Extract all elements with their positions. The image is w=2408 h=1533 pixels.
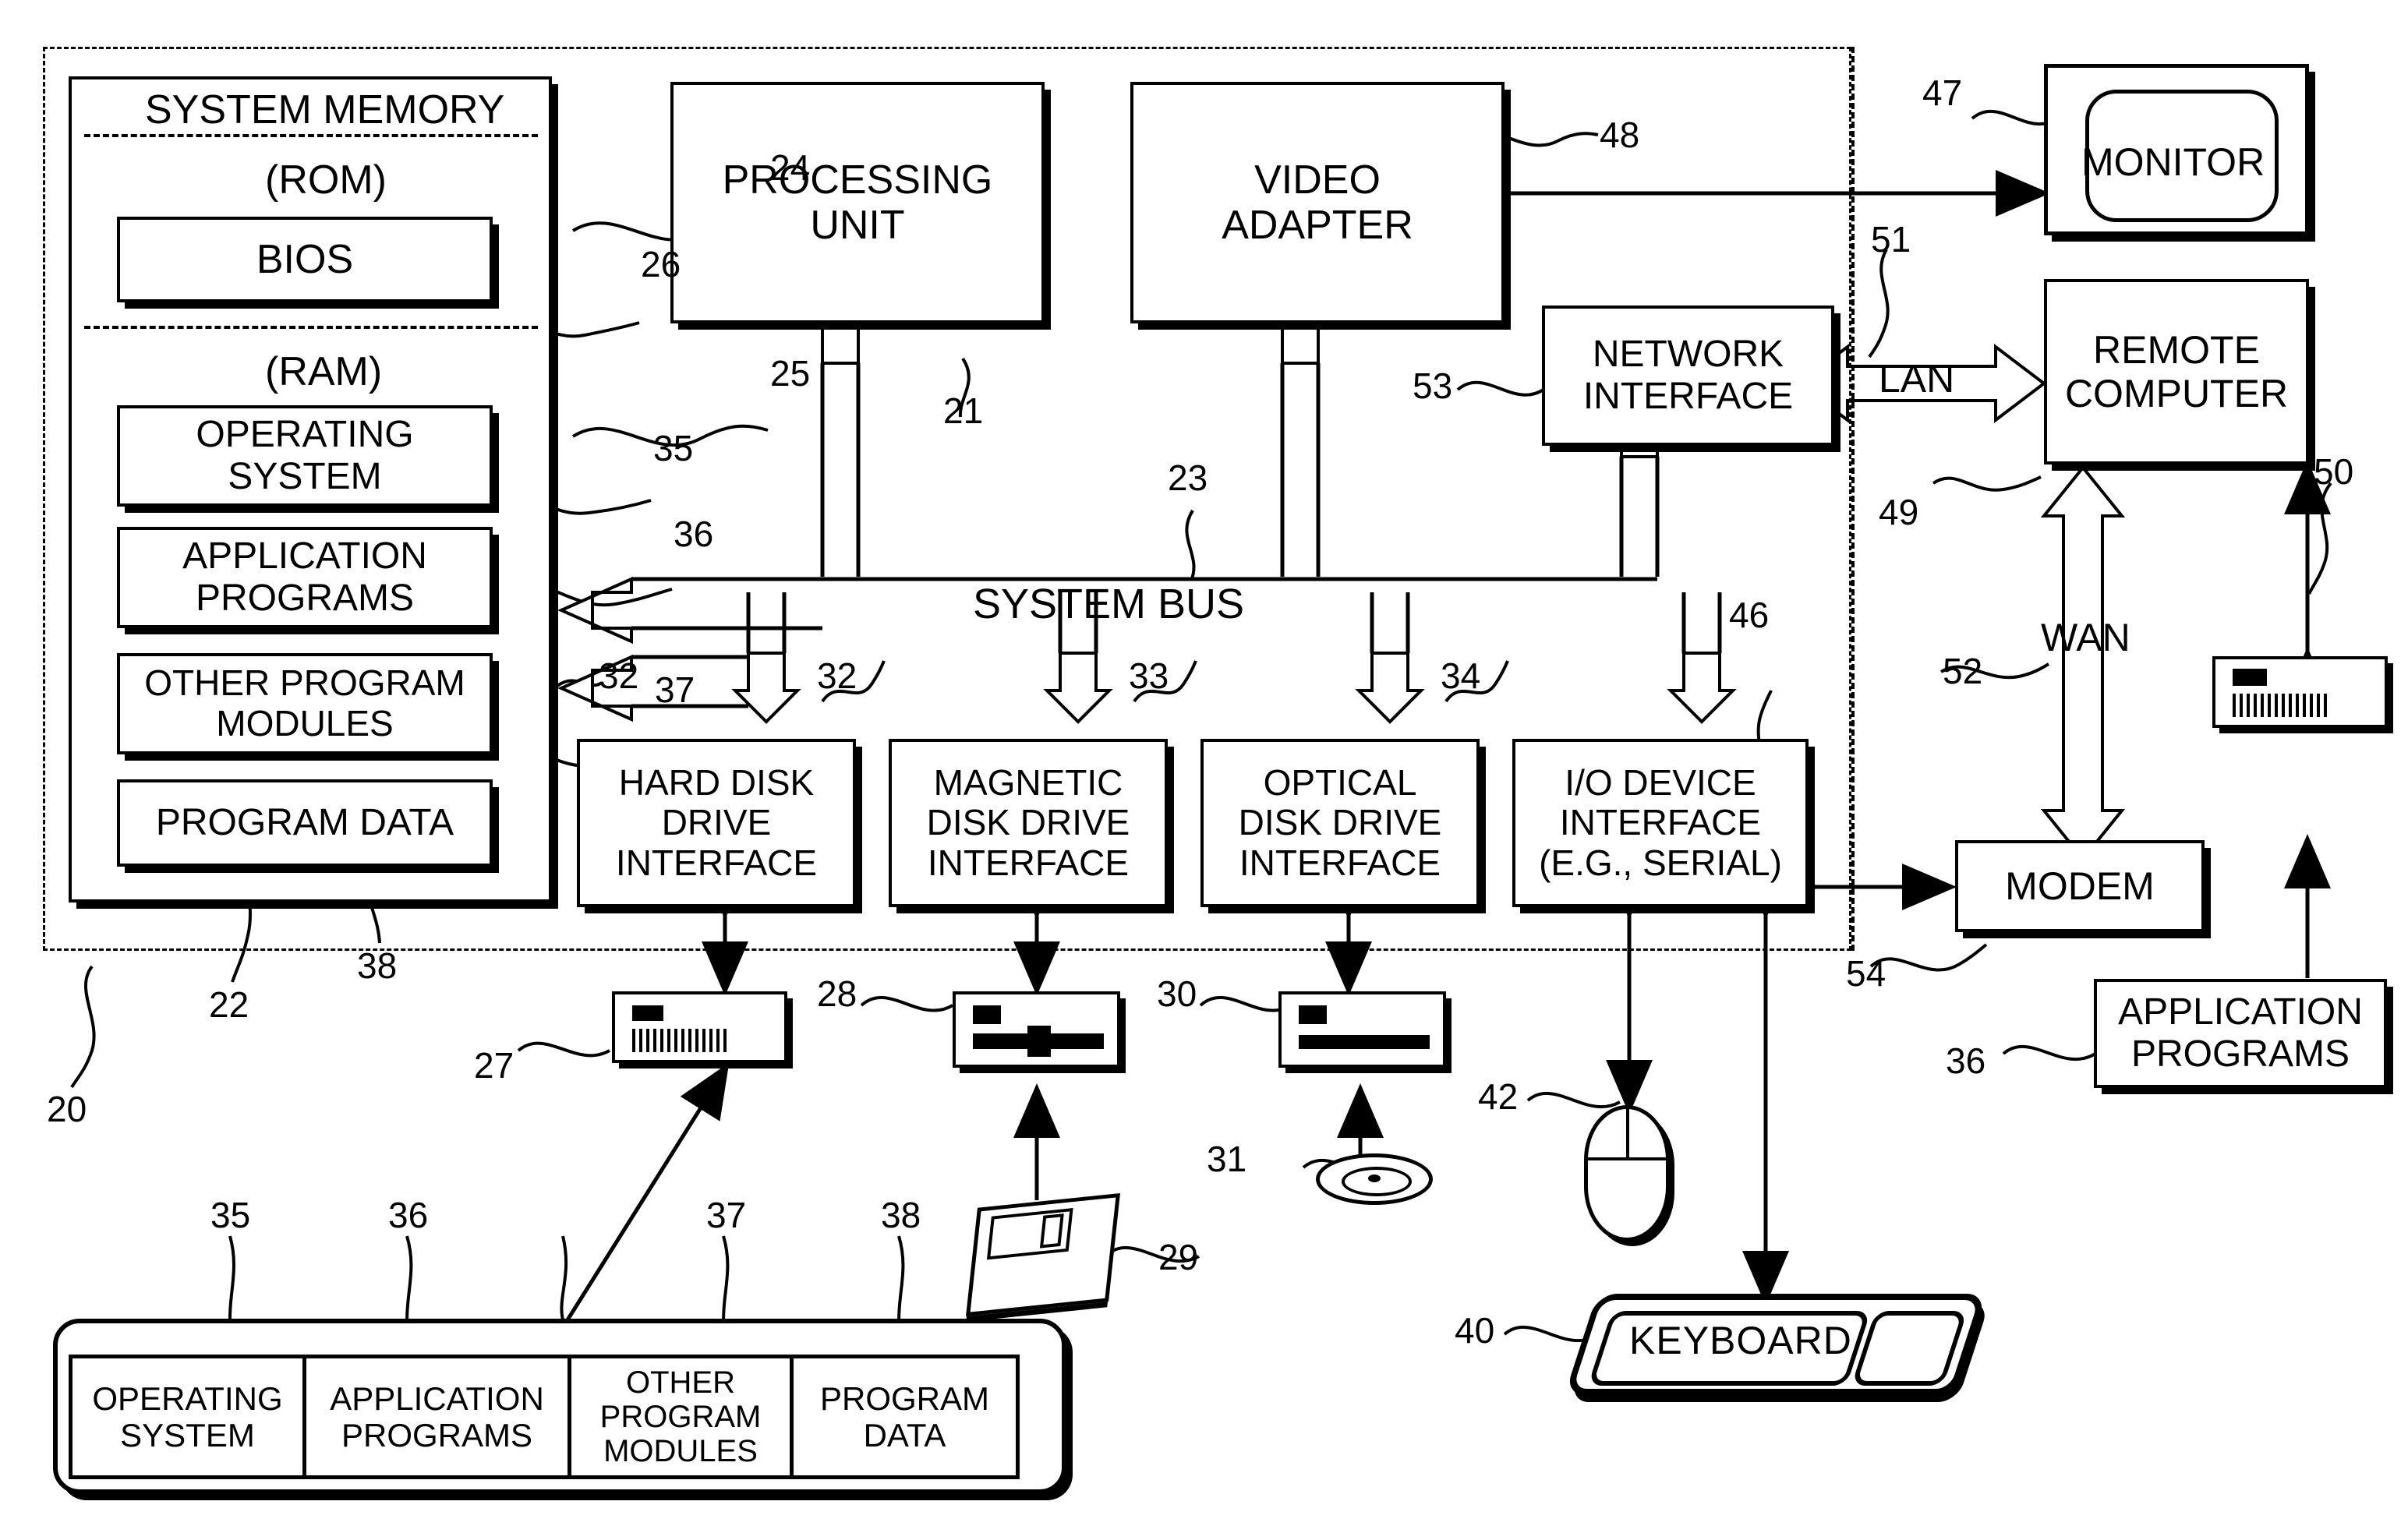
remote-computer-label: REMOTE COMPUTER [2064, 328, 2289, 415]
memory-block-other-program-modules: OTHER PROGRAM MODULES [117, 653, 493, 754]
modem-box: MODEM [1955, 840, 2205, 932]
storage-partition-label: OTHER PROGRAM MODULES [599, 1365, 762, 1468]
ref-numeral-37-memory: 37 [655, 669, 695, 710]
ref-numeral-35-memory: 35 [653, 428, 694, 468]
processing-unit-label: PROCESSING UNIT [722, 157, 993, 248]
storage-partition-label: PROGRAM DATA [819, 1379, 989, 1454]
ref-numeral-34: 34 [1441, 655, 1481, 696]
memory-block-label: APPLICATION PROGRAMS [182, 535, 427, 619]
optical-disk-drive [1278, 991, 1446, 1068]
interface-label: I/O DEVICE INTERFACE (E.G., SERIAL) [1539, 761, 1782, 883]
interface-label: HARD DISK DRIVE INTERFACE [615, 761, 818, 883]
ref-numeral-23: 23 [1168, 457, 1208, 498]
ref-numeral-38-memory: 38 [357, 945, 398, 986]
storage-partition-application-programs: APPLICATION PROGRAMS [306, 1355, 571, 1479]
memory-block-label: OTHER PROGRAM MODULES [144, 662, 465, 744]
wan-label: WAN [2041, 616, 2130, 659]
ref-numeral-20: 20 [47, 1089, 87, 1129]
mouse-icon [1584, 1105, 1670, 1242]
ref-numeral-50: 50 [2314, 451, 2354, 492]
hard-disk-drive-grille [632, 1029, 727, 1052]
ram-section-divider [84, 326, 538, 329]
hard-disk-drive-interface-box: HARD DISK DRIVE INTERFACE [577, 739, 856, 907]
ref-numeral-52: 52 [1943, 651, 1983, 691]
interface-label: MAGNETIC DISK DRIVE INTERFACE [926, 761, 1130, 883]
ram-label: (RAM) [265, 349, 383, 394]
magnetic-disk-drive [953, 991, 1120, 1068]
ref-numeral-53: 53 [1413, 366, 1453, 406]
ref-numeral-29: 29 [1158, 1237, 1199, 1277]
ref-numeral-51: 51 [1871, 219, 1911, 260]
rom-label: (ROM) [265, 157, 387, 203]
optical-disk-drive-interface-box: OPTICAL DISK DRIVE INTERFACE [1200, 739, 1480, 907]
ref-numeral-42: 42 [1478, 1076, 1519, 1117]
memory-block-program-data: PROGRAM DATA [117, 779, 493, 867]
modem-label: MODEM [2005, 864, 2155, 908]
ref-numeral-36-memory: 36 [674, 514, 714, 554]
magnetic-disk-drive-interface-box: MAGNETIC DISK DRIVE INTERFACE [889, 739, 1168, 907]
ref-numeral-46: 46 [1729, 595, 1770, 635]
network-interface-box: NETWORK INTERFACE [1542, 306, 1834, 446]
ref-numeral-21: 21 [943, 390, 984, 431]
ref-numeral-38-storage: 38 [881, 1195, 921, 1235]
remote-application-programs-box: APPLICATION PROGRAMS [2094, 979, 2387, 1088]
system-memory-title: SYSTEM MEMORY [145, 87, 505, 132]
monitor-label: MONITOR [2081, 140, 2265, 184]
ref-numeral-28: 28 [817, 973, 857, 1014]
storage-partition-label: APPLICATION PROGRAMS [330, 1379, 544, 1454]
memory-block-label: PROGRAM DATA [155, 802, 454, 844]
remote-application-programs-label: APPLICATION PROGRAMS [2118, 991, 2363, 1075]
video-adapter-box: VIDEO ADAPTER [1130, 82, 1505, 323]
floppy-disk-icon [966, 1192, 1120, 1317]
ref-numeral-36-storage: 36 [388, 1195, 429, 1235]
rom-section-divider [84, 134, 538, 137]
network-interface-label: NETWORK INTERFACE [1582, 334, 1794, 417]
system-bus-label: SYSTEM BUS [973, 581, 1245, 627]
bios-label: BIOS [256, 236, 354, 282]
memory-block-label: OPERATING SYSTEM [196, 414, 414, 497]
remote-hard-drive-grille [2233, 694, 2328, 717]
ref-numeral-54: 54 [1846, 953, 1886, 994]
ref-numeral-48: 48 [1600, 115, 1640, 155]
boundary-vertical-divider [1851, 47, 1855, 951]
io-device-interface-box: I/O DEVICE INTERFACE (E.G., SERIAL) [1512, 739, 1809, 907]
storage-medium-partitions: OPERATING SYSTEM APPLICATION PROGRAMS OT… [69, 1355, 1051, 1479]
memory-block-application-programs: APPLICATION PROGRAMS [117, 527, 493, 628]
ref-numeral-33: 33 [1129, 655, 1169, 696]
optical-disc-icon [1316, 1153, 1433, 1205]
storage-partition-program-data: PROGRAM DATA [794, 1355, 1020, 1479]
patent-figure: SYSTEM MEMORY (ROM) BIOS (RAM) OPERATING… [0, 0, 2408, 1533]
ref-numeral-40: 40 [1455, 1310, 1495, 1351]
ref-numeral-37-bus: 32 [599, 655, 639, 696]
hard-disk-drive [612, 991, 787, 1063]
ref-numeral-26: 26 [641, 244, 681, 284]
storage-partition-operating-system: OPERATING SYSTEM [69, 1355, 306, 1479]
ref-numeral-47: 47 [1922, 72, 1963, 113]
storage-partition-other-program-modules: OTHER PROGRAM MODULES [571, 1355, 794, 1479]
remote-computer-box: REMOTE COMPUTER [2044, 279, 2309, 464]
ref-numeral-36-remote: 36 [1946, 1040, 1986, 1081]
bios-box: BIOS [117, 217, 493, 302]
lan-label: LAN [1879, 357, 1955, 401]
processing-unit-box: PROCESSING UNIT [670, 82, 1045, 323]
storage-partition-label: OPERATING SYSTEM [92, 1379, 283, 1454]
video-adapter-label: VIDEO ADAPTER [1222, 157, 1413, 248]
ref-numeral-27: 27 [474, 1045, 514, 1086]
memory-block-operating-system: OPERATING SYSTEM [117, 405, 493, 507]
ref-numeral-31: 31 [1207, 1139, 1247, 1179]
ref-numeral-32: 32 [817, 655, 857, 696]
ref-numeral-25: 25 [770, 353, 811, 394]
ref-numeral-22: 22 [209, 984, 249, 1025]
ref-numeral-30: 30 [1157, 973, 1197, 1014]
ref-numeral-37-storage: 37 [706, 1195, 747, 1235]
ref-numeral-24: 24 [770, 147, 811, 188]
remote-hard-drive-icon [2212, 656, 2388, 728]
keyboard-label: KEYBOARD [1629, 1319, 1852, 1362]
ref-numeral-49: 49 [1879, 492, 1919, 532]
interface-label: OPTICAL DISK DRIVE INTERFACE [1238, 761, 1442, 883]
ref-numeral-35-storage: 35 [210, 1195, 251, 1235]
